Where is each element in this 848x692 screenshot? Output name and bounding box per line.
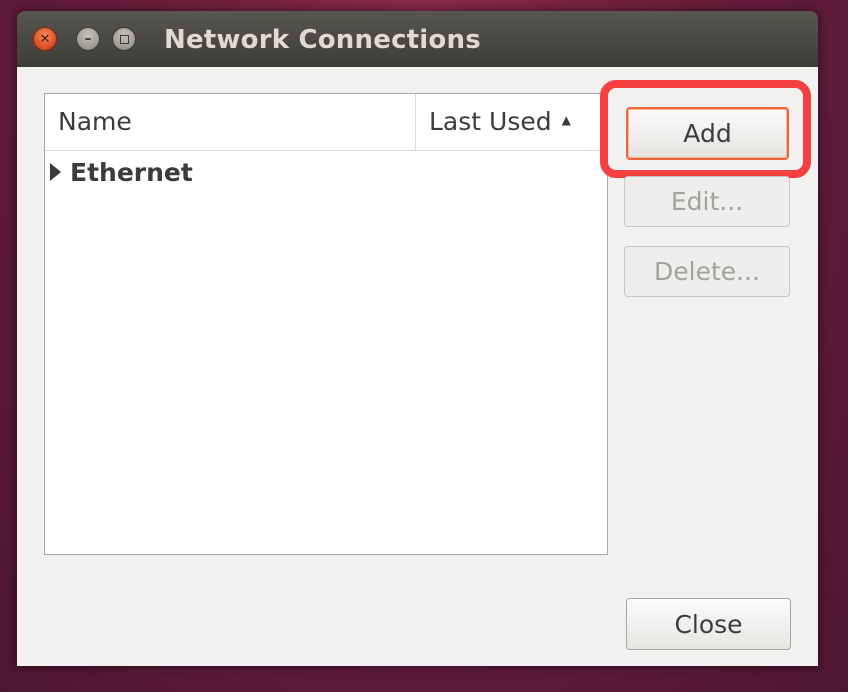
- list-item-ethernet[interactable]: Ethernet: [45, 154, 607, 194]
- delete-button-label: Delete...: [654, 257, 760, 286]
- expander-collapsed-icon[interactable]: [50, 163, 61, 181]
- minimize-icon: –: [84, 31, 92, 47]
- edit-button-label: Edit...: [670, 187, 744, 216]
- column-header-last-used[interactable]: Last Used ▲: [416, 94, 607, 150]
- network-connections-window: ✕ – Network Connections Name Last Used ▲ …: [17, 11, 818, 666]
- title-bar: ✕ – Network Connections: [17, 11, 818, 68]
- maximize-icon: [119, 34, 129, 44]
- close-button[interactable]: Close: [626, 598, 791, 650]
- list-item-label: Ethernet: [70, 158, 193, 187]
- list-header: Name Last Used ▲: [45, 94, 607, 151]
- connections-list[interactable]: Name Last Used ▲ Ethernet: [44, 93, 608, 555]
- column-header-name-label: Name: [58, 107, 132, 136]
- column-header-name[interactable]: Name: [45, 94, 416, 150]
- close-icon: ✕: [39, 31, 51, 47]
- add-button[interactable]: Add: [626, 107, 789, 160]
- sort-ascending-icon: ▲: [561, 113, 571, 127]
- window-close-button[interactable]: ✕: [33, 27, 57, 51]
- window-title: Network Connections: [164, 25, 481, 55]
- window-minimize-button[interactable]: –: [76, 27, 100, 51]
- dialog-content: Name Last Used ▲ Ethernet Add Edit... Del…: [17, 67, 818, 666]
- column-header-last-used-label: Last Used: [429, 107, 552, 136]
- window-maximize-button[interactable]: [112, 27, 136, 51]
- edit-button[interactable]: Edit...: [624, 176, 790, 227]
- delete-button[interactable]: Delete...: [624, 246, 790, 297]
- add-button-label: Add: [683, 119, 732, 148]
- close-button-label: Close: [674, 609, 743, 639]
